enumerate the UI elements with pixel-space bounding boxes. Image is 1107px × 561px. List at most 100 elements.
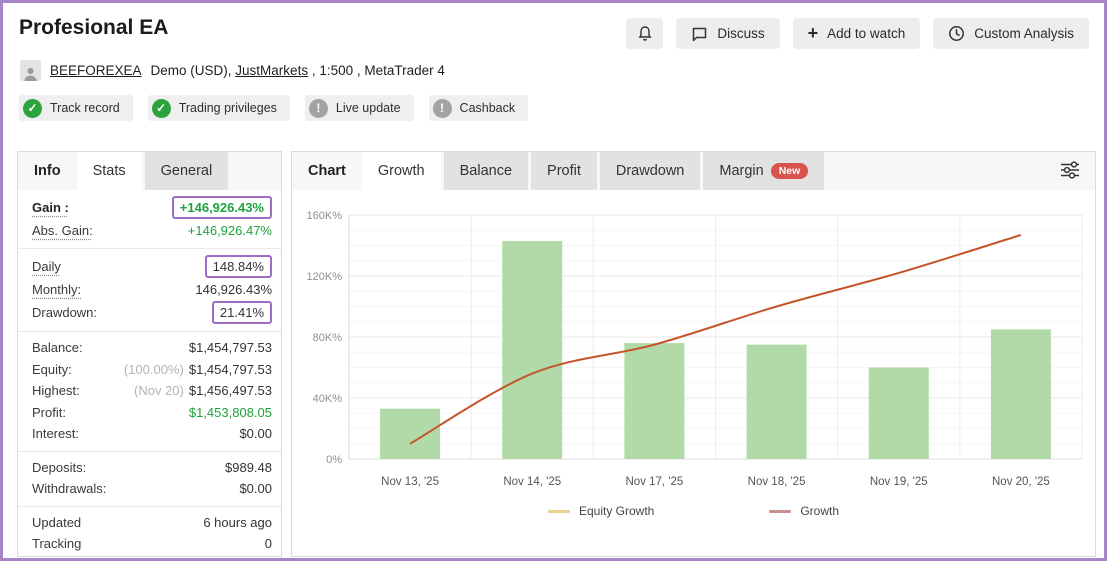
stat-value: 0 [265,536,272,551]
clock-icon [948,25,965,42]
stat-value: $1,454,797.53 [189,340,272,355]
stat-value-wrap: 148.84% [205,254,272,279]
tab-label: Drawdown [616,163,685,179]
x-axis-label: Nov 19, '25 [870,476,928,488]
verification-badges: ✓Track record✓Trading privileges!Live up… [19,95,528,121]
stat-label: Gain : [32,200,69,215]
discuss-button[interactable]: Discuss [676,18,779,49]
x-axis-label: Nov 14, '25 [503,476,561,488]
growth-bar[interactable] [747,345,807,459]
stat-label: Equity: [32,362,72,377]
stat-value: $1,456,497.53 [189,383,272,398]
account-type: Demo (USD), [151,63,236,78]
stat-group: Gain :+146,926.43%Abs. Gain:+146,926.47% [18,190,281,249]
stat-value-wrap: $0.00 [239,481,272,496]
sliders-icon [1059,160,1081,183]
stat-row-interest: Interest: $0.00 [32,423,272,445]
y-axis-tick-label: 120K% [307,271,343,283]
tab-margin[interactable]: MarginNew [703,152,824,190]
highlight-box: 148.84% [205,255,272,278]
stat-value-wrap: $989.48 [225,460,272,475]
account-name-link[interactable]: BEEFOREXEA [50,63,142,78]
tab-general[interactable]: General [145,152,229,190]
stat-row-tracking: Tracking 0 [32,533,272,555]
add-to-watch-label: Add to watch [827,26,905,41]
tab-stats[interactable]: Stats [77,152,142,190]
avatar [20,60,41,81]
account-page: Profesional EA Discuss + Add to watch Cu… [0,0,1107,561]
status-badge-trading-privileges: ✓Trading privileges [148,95,290,121]
chart-panel: ChartGrowthBalanceProfitDrawdownMarginNe… [291,151,1096,557]
stat-row-highest: Highest:(Nov 20)$1,456,497.53 [32,380,272,402]
y-axis-tick-label: 160K% [307,210,343,222]
discuss-label: Discuss [717,26,764,41]
tab-balance[interactable]: Balance [444,152,528,190]
stats-tabs: Info Stats General [18,152,281,190]
header-actions: Discuss + Add to watch Custom Analysis [626,18,1089,49]
tab-label: Profit [547,163,581,179]
legend-item-equity-growth[interactable]: Equity Growth [548,504,654,518]
tab-growth[interactable]: Growth [362,152,441,190]
legend-swatch [548,510,570,513]
x-axis-label: Nov 13, '25 [381,476,439,488]
tab-chart[interactable]: Chart [292,152,362,190]
stat-value-wrap: $0.00 [239,426,272,441]
stat-value: $0.00 [239,426,272,441]
growth-bar[interactable] [624,343,684,459]
growth-bar[interactable] [502,241,562,459]
growth-bar[interactable] [869,368,929,460]
tab-profit[interactable]: Profit [531,152,597,190]
stat-value: +146,926.43% [180,200,264,215]
stat-label: Profit: [32,405,66,420]
custom-analysis-button[interactable]: Custom Analysis [933,18,1089,49]
stat-row-drawdown: Drawdown:21.41% [32,300,272,325]
stat-group: Deposits:$989.48Withdrawals:$0.00 [18,452,281,507]
tab-label: Info [34,163,61,179]
y-axis-tick-label: 40K% [313,393,343,405]
growth-bar[interactable] [380,409,440,459]
page-title: Profesional EA [19,16,168,40]
custom-analysis-label: Custom Analysis [974,26,1074,41]
tab-label: Margin [719,163,763,179]
stat-value: +146,926.47% [188,223,272,238]
bell-icon [637,25,653,42]
speech-bubble-icon [691,26,708,42]
stat-label: Tracking [32,536,81,551]
check-icon: ✓ [152,99,171,118]
stat-value: 21.41% [220,305,264,320]
x-axis-label: Nov 20, '25 [992,476,1050,488]
stat-row-deposits: Deposits:$989.48 [32,457,272,479]
tab-label: General [161,163,213,179]
status-badge-cashback: !Cashback [429,95,529,121]
legend-label: Growth [800,504,839,518]
x-axis-label: Nov 17, '25 [626,476,684,488]
growth-bar[interactable] [991,329,1051,459]
account-info-row: BEEFOREXEA Demo (USD), JustMarkets , 1:5… [20,60,445,81]
stat-value-wrap: 21.41% [212,300,272,325]
legend-swatch [769,510,791,513]
add-to-watch-button[interactable]: + Add to watch [793,18,921,49]
stat-row-profit: Profit:$1,453,808.05 [32,402,272,424]
growth-chart[interactable]: 0%40K%80K%120K%160K%Nov 13, '25Nov 14, '… [292,190,1095,504]
tab-drawdown[interactable]: Drawdown [600,152,701,190]
broker-link[interactable]: JustMarkets [235,63,308,78]
stat-label: Interest: [32,426,79,441]
tab-label: Balance [460,163,512,179]
y-axis-tick-label: 0% [326,454,342,466]
stat-value: 148.84% [213,259,264,274]
badge-label: Live update [336,101,401,115]
notifications-button[interactable] [626,18,663,49]
stat-value: 6 hours ago [203,515,272,530]
account-details: Demo (USD), JustMarkets , 1:500 , MetaTr… [151,63,445,78]
legend-item-growth[interactable]: Growth [769,504,839,518]
check-icon: ✓ [23,99,42,118]
stat-value-wrap: $1,454,797.53 [189,340,272,355]
plus-icon: + [808,24,819,42]
chart-settings-button[interactable] [1054,157,1086,185]
stat-value-wrap: +146,926.43% [172,195,272,220]
tab-label: Stats [93,163,126,179]
stat-group: Updated6 hours agoTracking0 [18,507,281,561]
badge-label: Track record [50,101,120,115]
stat-label: Daily [32,259,61,274]
tab-info[interactable]: Info [18,152,77,190]
